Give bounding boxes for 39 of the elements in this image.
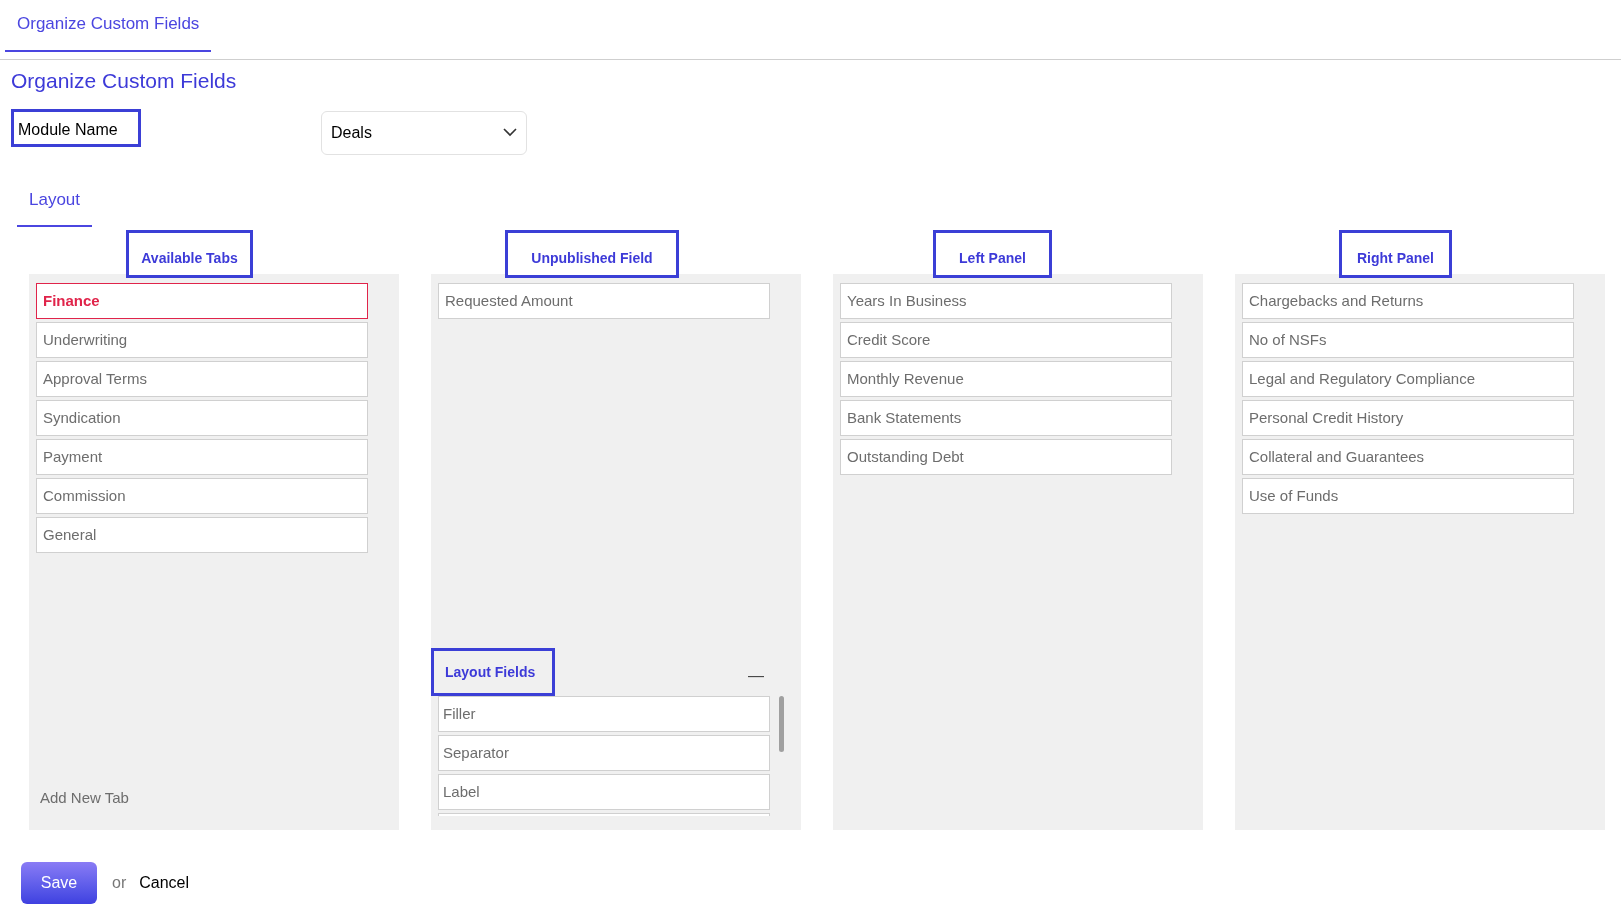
cancel-link[interactable]: Cancel (139, 871, 190, 895)
or-text: or (112, 873, 127, 893)
list-item[interactable]: General (36, 517, 368, 553)
collapse-button[interactable]: — (748, 668, 764, 684)
list-item[interactable]: Underwriting (36, 322, 368, 358)
add-new-tab-link[interactable]: Add New Tab (40, 786, 129, 809)
column-heading: Available Tabs (126, 230, 253, 278)
list-item[interactable]: Outstanding Debt (840, 439, 1172, 475)
list-item[interactable]: Chargebacks and Returns (1242, 283, 1574, 319)
list-item[interactable]: Commission (36, 478, 368, 514)
layout-field-item[interactable]: Separator (438, 735, 770, 771)
list-item[interactable]: Legal and Regulatory Compliance (1242, 361, 1574, 397)
list-item[interactable]: Monthly Revenue (840, 361, 1172, 397)
scrollbar-thumb[interactable] (779, 696, 784, 752)
page-tab[interactable]: Organize Custom Fields (5, 0, 212, 52)
layout-field-item[interactable]: Filler (438, 696, 770, 732)
column-heading: Right Panel (1339, 230, 1452, 278)
column-heading: Unpublished Field (505, 230, 679, 278)
list-item[interactable]: Finance (36, 283, 368, 319)
list-item[interactable]: Syndication (36, 400, 368, 436)
list-item[interactable]: Bank Statements (840, 400, 1172, 436)
layout-fields-heading: Layout Fields (431, 648, 555, 696)
module-name-label: Module Name (11, 108, 141, 147)
list-item[interactable]: Use of Funds (1242, 478, 1574, 514)
section-tab[interactable]: Layout (17, 186, 93, 227)
chevron-down-icon (503, 128, 517, 137)
page-title: Organize Custom Fields (11, 68, 238, 94)
list-item[interactable]: Requested Amount (438, 283, 770, 319)
list-item[interactable]: Years In Business (840, 283, 1172, 319)
column-heading: Left Panel (933, 230, 1052, 278)
list-item[interactable]: Credit Score (840, 322, 1172, 358)
list-item[interactable]: Payment (36, 439, 368, 475)
list-item[interactable]: Approval Terms (36, 361, 368, 397)
list-item[interactable]: No of NSFs (1242, 322, 1574, 358)
layout-field-item[interactable]: Label (438, 774, 770, 810)
list-item[interactable]: Collateral and Guarantees (1242, 439, 1574, 475)
module-dropdown[interactable]: Deals (321, 110, 527, 155)
save-button[interactable]: Save (21, 862, 97, 904)
list-item[interactable]: Personal Credit History (1242, 400, 1574, 436)
